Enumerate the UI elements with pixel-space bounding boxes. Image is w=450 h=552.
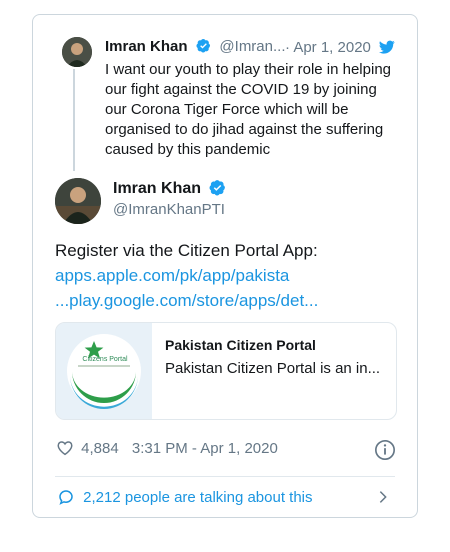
quoted-tweet-text: I want our youth to play their role in h… <box>105 61 392 158</box>
author-name[interactable]: Imran Khan <box>113 180 201 197</box>
comment-icon <box>59 490 73 505</box>
quoted-avatar[interactable] <box>62 37 92 67</box>
logo-text: Citizens Portal <box>82 356 128 363</box>
link-preview-card[interactable]: Citizens Portal Pakistan Citizen Portal … <box>55 322 397 420</box>
author-handle[interactable]: @ImranKhanPTI <box>113 201 225 218</box>
footer-divider <box>55 476 395 477</box>
tweet-text: Register via the Citizen Portal App: <box>55 241 318 260</box>
chevron-right-icon[interactable] <box>375 488 391 506</box>
thread-line <box>73 69 75 171</box>
conversation-link[interactable]: 2,212 people are talking about this <box>57 488 397 506</box>
twitter-bird-icon[interactable] <box>378 39 396 55</box>
info-icon[interactable] <box>374 439 396 461</box>
card-title: Pakistan Citizen Portal <box>165 337 316 353</box>
quoted-author-name[interactable]: Imran Khan <box>105 38 188 55</box>
talking-count-text[interactable]: 2,212 people are talking about this <box>83 489 312 506</box>
quoted-date[interactable]: · Apr 1, 2020 <box>285 39 371 56</box>
like-count[interactable]: 4,884 <box>81 440 119 457</box>
play-store-link[interactable]: ...play.google.com/store/apps/det... <box>55 288 400 313</box>
embedded-tweet: Imran Khan @Imran... · Apr 1, 2020 I wan… <box>32 14 418 518</box>
quoted-author-handle[interactable]: @Imran... <box>219 38 285 55</box>
tweet-timestamp[interactable]: 3:31 PM - Apr 1, 2020 <box>132 440 278 457</box>
heart-icon[interactable] <box>55 439 75 457</box>
author-avatar[interactable] <box>55 178 101 224</box>
verified-badge-icon <box>210 180 226 196</box>
card-description: Pakistan Citizen Portal is an in... <box>165 360 381 377</box>
app-store-link[interactable]: apps.apple.com/pk/app/pakista <box>55 263 400 288</box>
citizen-portal-logo: Citizens Portal <box>56 323 152 419</box>
verified-badge-icon <box>196 38 211 53</box>
